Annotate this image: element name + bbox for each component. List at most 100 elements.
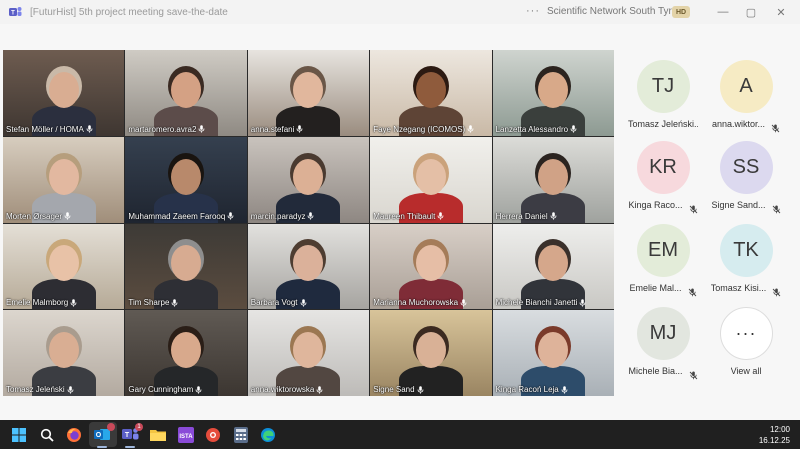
clock-date: 16.12.25: [758, 436, 790, 445]
avatar: A: [719, 60, 773, 113]
participant-name-label: Michele Bianchi Janetti: [496, 298, 587, 307]
participant-name-label: Marianna Muchorowska: [373, 298, 467, 307]
participant-name: Signe Sand: [373, 385, 415, 394]
mic-on-icon: [417, 385, 424, 394]
participant-name-label: Muhammad Zaeem Farooq: [128, 212, 234, 221]
system-clock[interactable]: 12:00 16.12.25: [759, 424, 790, 446]
mic-muted-icon: [688, 284, 697, 296]
title-bar: T [FuturHist] 5th project meeting save-t…: [0, 0, 800, 24]
roster-participant[interactable]: TK Tomasz Kisi...: [703, 224, 789, 302]
video-tile[interactable]: martaromero.avra2: [125, 50, 247, 136]
mic-on-icon: [171, 299, 178, 307]
clock-time: 12:00: [769, 425, 790, 434]
participant-name-label: Barbara Vogt: [251, 298, 307, 307]
video-tile[interactable]: Emelie Malmborg: [3, 223, 125, 310]
account-badge[interactable]: HD: [672, 6, 690, 18]
roster-name: Tomasz Jeleński...: [628, 119, 698, 129]
close-button[interactable]: ✕: [771, 3, 791, 21]
roster-name-row: Tomasz Kisi...: [703, 283, 789, 296]
participant-name-label: Maureen Thibault: [373, 212, 444, 221]
file-explorer-icon[interactable]: [148, 425, 167, 444]
roster-participant[interactable]: KR Kinga Raco...: [620, 141, 706, 219]
participant-name: Stefan Möller / HOMA: [6, 124, 84, 134]
outlook-icon[interactable]: O: [93, 423, 115, 444]
avatar: KR: [636, 141, 690, 194]
app-icon[interactable]: ISTA: [176, 425, 195, 444]
video-tile[interactable]: Herrera Daniel: [492, 136, 614, 223]
video-tile[interactable]: anna.wiktorowska: [247, 310, 370, 396]
avatar: TK: [719, 224, 773, 277]
video-tile[interactable]: Kinga Racoń Leja: [492, 310, 614, 396]
taskbar: O T 1 ISTA 12:00 16.12.25: [0, 420, 800, 449]
participant-name: Morten Ørsager: [6, 211, 63, 221]
view-all-label: View all: [730, 366, 762, 376]
roster-participant[interactable]: MJ Michele Bia...: [620, 307, 706, 385]
mic-muted-icon: [689, 367, 698, 379]
video-tile[interactable]: Gary Cunningham: [125, 310, 247, 396]
search-icon[interactable]: [37, 425, 56, 444]
more-options-button[interactable]: ···: [526, 5, 540, 17]
mic-on-icon: [460, 299, 467, 307]
video-tile[interactable]: Marianna Muchorowska: [370, 223, 492, 310]
teams-running-indicator: [125, 446, 135, 448]
svg-text:ISTA: ISTA: [179, 434, 193, 440]
video-tile[interactable]: Muhammad Zaeem Farooq: [125, 136, 247, 223]
video-grid: Stefan Möller / HOMA martaromero.avra2 ann…: [3, 50, 614, 396]
participant-name-label: Kinga Racoń Leja: [496, 385, 568, 394]
video-tile[interactable]: Michele Bianchi Janetti: [492, 223, 614, 310]
roster-participant[interactable]: TJ Tomasz Jeleński...: [620, 60, 706, 138]
participant-name-label: Stefan Möller / HOMA: [6, 125, 93, 134]
teams-icon[interactable]: T 1: [121, 423, 143, 444]
roster-name-row: anna.wiktor...: [703, 119, 789, 132]
participant-name-label: Lanzetta Alessandro: [496, 125, 578, 134]
mic-on-icon: [227, 212, 234, 220]
edge-icon[interactable]: [258, 425, 277, 444]
participant-name-label: martaromero.avra2: [128, 125, 205, 134]
participant-name-label: anna.stefani: [251, 125, 304, 134]
meeting-stage: Stefan Möller / HOMA martaromero.avra2 ann…: [0, 24, 800, 420]
roster-participant[interactable]: SS Signe Sand...: [703, 141, 789, 219]
mic-on-icon: [64, 212, 71, 220]
video-tile[interactable]: Morten Ørsager: [3, 136, 125, 223]
view-all-participants[interactable]: ··· View all: [703, 307, 789, 385]
participant-name-label: Morten Ørsager: [6, 212, 71, 221]
mic-on-icon: [570, 125, 577, 133]
mic-on-icon: [307, 212, 314, 220]
participant-name: Emelie Malmborg: [6, 298, 69, 308]
participant-name-label: Herrera Daniel: [496, 212, 557, 221]
app-icon[interactable]: [203, 425, 222, 444]
roster-participant[interactable]: Aanna.wiktor...: [703, 60, 789, 138]
video-tile[interactable]: Faye Nzegang (ICOMOS): [370, 50, 492, 136]
calculator-icon[interactable]: [231, 425, 250, 444]
mic-on-icon: [296, 125, 303, 133]
participant-name: Faye Nzegang (ICOMOS): [373, 124, 466, 134]
firefox-icon[interactable]: [64, 425, 83, 444]
video-tile[interactable]: Stefan Möller / HOMA: [3, 50, 125, 136]
window-title: [FuturHist] 5th project meeting save-the…: [30, 6, 228, 18]
outlook-notification-badge: [107, 423, 115, 431]
video-tile[interactable]: marcin.paradyz: [247, 136, 370, 223]
video-tile[interactable]: Signe Sand: [370, 310, 492, 396]
mic-muted-icon: [689, 201, 698, 213]
roster-name-row: Tomasz Jeleński...: [620, 119, 706, 129]
roster-name: Tomasz Kisi...: [710, 283, 767, 293]
maximize-button[interactable]: ▢: [741, 3, 761, 21]
mic-muted-icon: [772, 284, 781, 296]
video-tile[interactable]: Lanzetta Alessandro: [492, 50, 614, 136]
organization-name: Scientific Network South Tyrol: [547, 6, 680, 17]
roster-name-row: Michele Bia...: [620, 366, 706, 379]
roster-name-row: Signe Sand...: [703, 200, 789, 213]
video-tile[interactable]: Tomasz Jeleński: [3, 310, 125, 396]
mic-on-icon: [316, 385, 323, 394]
view-all-button[interactable]: ···: [719, 307, 773, 360]
roster-participant[interactable]: EM Emelie Mal...: [620, 224, 706, 302]
windows-start-icon[interactable]: [9, 425, 28, 444]
video-tile[interactable]: anna.stefani: [247, 50, 370, 136]
video-tile[interactable]: Maureen Thibault: [370, 136, 492, 223]
video-tile[interactable]: Tim Sharpe: [125, 223, 247, 310]
minimize-button[interactable]: —: [713, 3, 733, 21]
roster-name-row: Emelie Mal...: [620, 283, 706, 296]
mic-on-icon: [300, 299, 307, 307]
participant-name: Tim Sharpe: [128, 298, 170, 308]
video-tile[interactable]: Barbara Vogt: [247, 223, 370, 310]
